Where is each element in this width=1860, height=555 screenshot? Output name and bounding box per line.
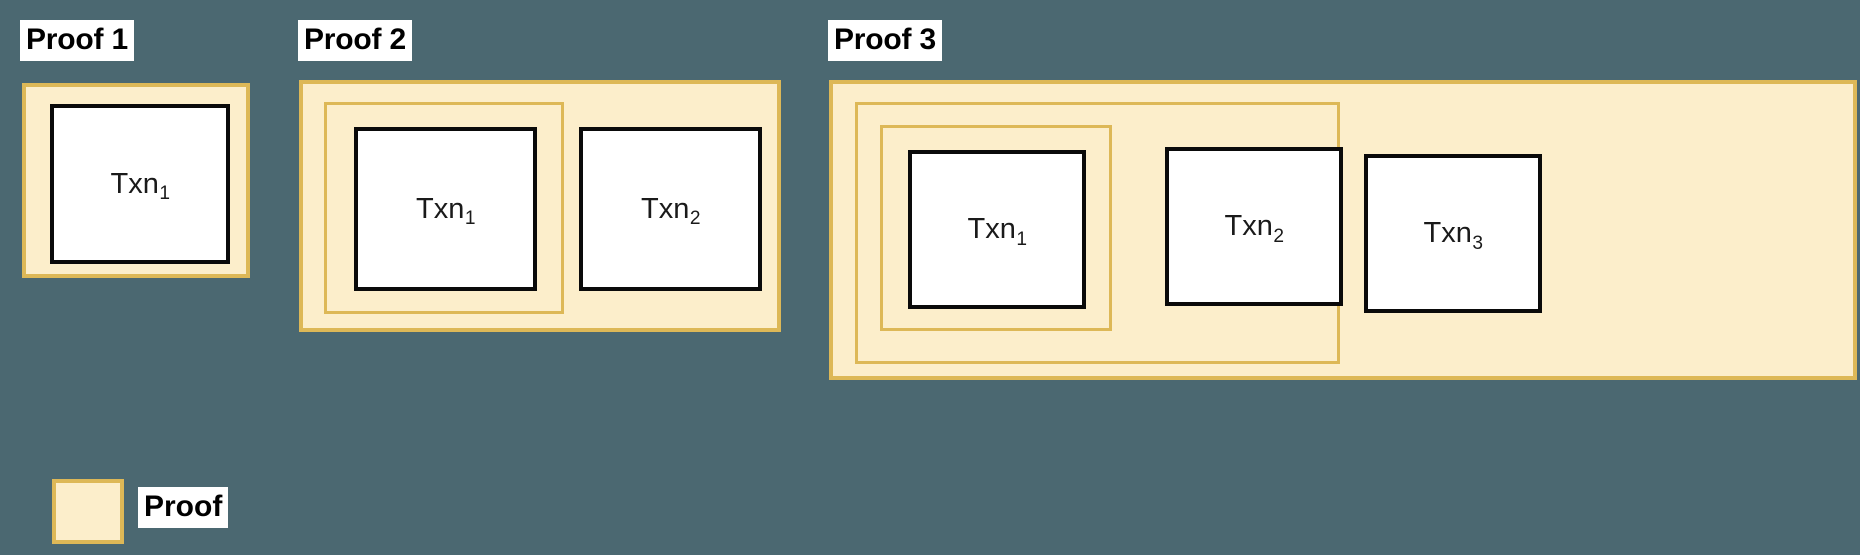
txn-box-1-1: Txn1	[50, 104, 230, 264]
diagram-canvas: Proof 1 Txn1 Proof 2 Txn1 Txn2 Proof 3 T…	[0, 0, 1860, 555]
txn-label-1-1: Txn1	[110, 167, 170, 205]
legend-swatch-proof	[52, 479, 124, 544]
txn-box-3-3: Txn3	[1364, 154, 1542, 313]
proof-box-2-outer: Txn1 Txn2	[299, 80, 781, 332]
proof-box-2-inner: Txn1	[324, 102, 564, 314]
proof-box-3-outer: Txn1 Txn2 Txn3	[829, 80, 1857, 380]
group-label-proof-3: Proof 3	[828, 20, 942, 61]
txn-label-3-3: Txn3	[1423, 217, 1483, 254]
txn-label-2-2: Txn2	[641, 192, 701, 230]
txn-box-3-1: Txn1	[908, 150, 1086, 309]
proof-box-3-inner: Txn1	[880, 125, 1112, 331]
proof-box-1-outer: Txn1	[22, 83, 250, 278]
group-label-proof-1: Proof 1	[20, 20, 134, 61]
txn-label-3-1: Txn1	[967, 213, 1027, 250]
proof-box-3-middle: Txn1 Txn2	[855, 102, 1343, 364]
txn-label-3-2: Txn2	[1224, 210, 1284, 247]
txn-box-2-1: Txn1	[354, 127, 537, 291]
txn-box-2-2: Txn2	[579, 127, 762, 291]
group-label-proof-2: Proof 2	[298, 20, 412, 61]
txn-box-3-2: Txn2	[1165, 147, 1343, 306]
txn-label-2-1: Txn1	[416, 192, 476, 230]
legend-label-proof: Proof	[138, 487, 229, 528]
